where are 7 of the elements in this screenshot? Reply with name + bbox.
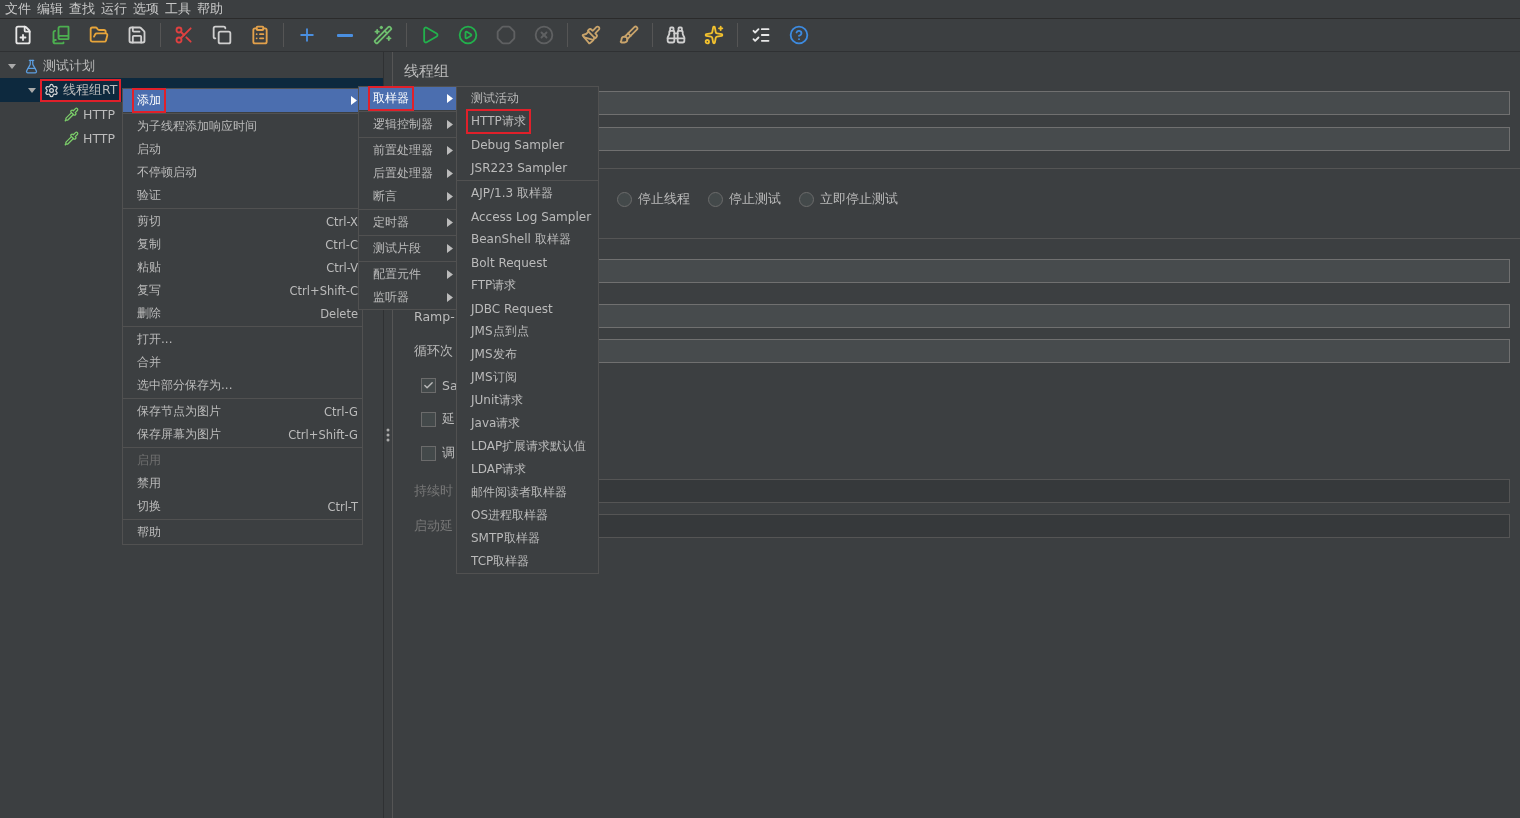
node-label: 线程组RT — [63, 81, 118, 99]
panel-title: 线程组 — [403, 61, 450, 82]
node-label: 测试计划 — [43, 57, 95, 75]
field-label: Ramp- — [414, 308, 455, 324]
node-label: HTTP — [83, 130, 115, 146]
node-label: HTTP — [83, 106, 115, 122]
field-label: 循环次 — [414, 342, 453, 358]
